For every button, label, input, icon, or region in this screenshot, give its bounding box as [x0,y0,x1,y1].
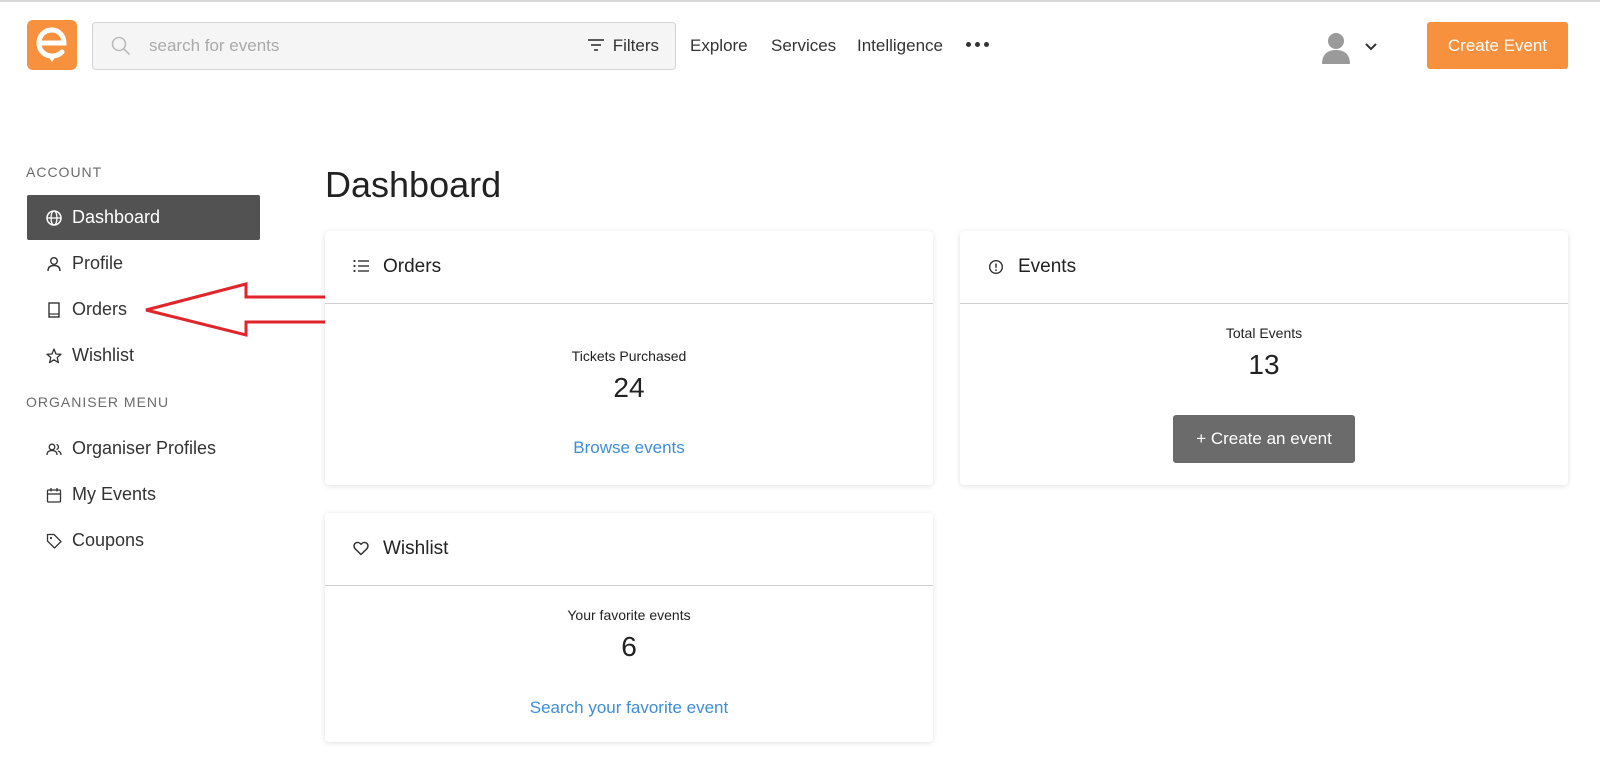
sidebar-item-label: Coupons [72,530,145,550]
events-card-title: Events [1018,256,1077,277]
sidebar-item-label: Orders [72,299,128,319]
tickets-purchased-value: 24 [613,372,645,403]
star-icon [46,347,62,364]
calendar-icon [46,487,62,503]
favorite-events-value: 6 [621,631,637,662]
list-icon [353,259,369,275]
nav-services[interactable]: Services [771,36,836,56]
organiser-section-label: ORGANISER MENU [26,394,170,410]
search-input[interactable] [149,36,569,56]
create-an-event-button[interactable]: + Create an event [1173,415,1355,463]
sidebar-item-label: My Events [72,484,157,504]
page-title: Dashboard [325,164,502,205]
wishlist-card: Wishlist Your favorite events 6 Search y… [325,513,933,742]
orders-card-header: Orders [325,231,933,304]
sidebar-item-coupons[interactable]: Coupons [27,518,260,563]
user-icon [46,256,62,272]
sidebar-item-my-events[interactable]: My Events [27,472,260,517]
logo[interactable] [27,20,77,70]
events-card-header: Events [960,231,1568,304]
sidebar-item-label: Organiser Profiles [72,438,217,458]
globe-icon [46,209,62,226]
filters-label: Filters [612,36,659,55]
info-circle-icon [988,259,1004,275]
search-bar: Filters [92,22,676,70]
browse-events-link[interactable]: Browse events [573,438,685,457]
tickets-purchased-label: Tickets Purchased [571,348,687,364]
sidebar-item-organiser-profiles[interactable]: Organiser Profiles [27,426,260,471]
heart-icon [353,541,369,557]
orders-card-title: Orders [383,256,442,277]
account-section-label: ACCOUNT [26,164,103,180]
filter-icon [587,36,604,56]
orders-card: Orders Tickets Purchased 24 Browse event… [325,231,933,485]
chevron-down-icon[interactable] [1364,40,1378,54]
user-avatar-icon[interactable] [1319,30,1353,64]
top-border [0,0,1600,2]
tag-icon [46,533,62,549]
wishlist-card-header: Wishlist [325,513,933,586]
sidebar-item-label: Wishlist [72,345,134,365]
events-card: Events Total Events 13 + Create an event [960,231,1568,485]
users-icon [46,441,62,457]
favorite-events-label: Your favorite events [567,607,691,623]
sidebar-item-label: Dashboard [72,207,161,227]
create-event-button[interactable]: Create Event [1427,22,1568,69]
sidebar-item-wishlist[interactable]: Wishlist [27,333,260,378]
sidebar-item-label: Profile [72,253,124,273]
sidebar-item-dashboard[interactable]: Dashboard [27,195,260,240]
total-events-label: Total Events [1225,325,1303,341]
more-menu-icon[interactable] [966,36,989,53]
annotation-arrow [145,282,349,337]
total-events-value: 13 [1248,349,1280,380]
filters-button[interactable]: Filters [587,23,659,69]
book-icon [46,301,62,318]
search-favorite-event-link[interactable]: Search your favorite event [530,698,728,717]
nav-explore[interactable]: Explore [690,36,748,56]
search-icon [111,36,131,56]
logo-icon [36,27,67,62]
wishlist-card-title: Wishlist [383,538,449,559]
nav-intelligence[interactable]: Intelligence [857,36,943,56]
